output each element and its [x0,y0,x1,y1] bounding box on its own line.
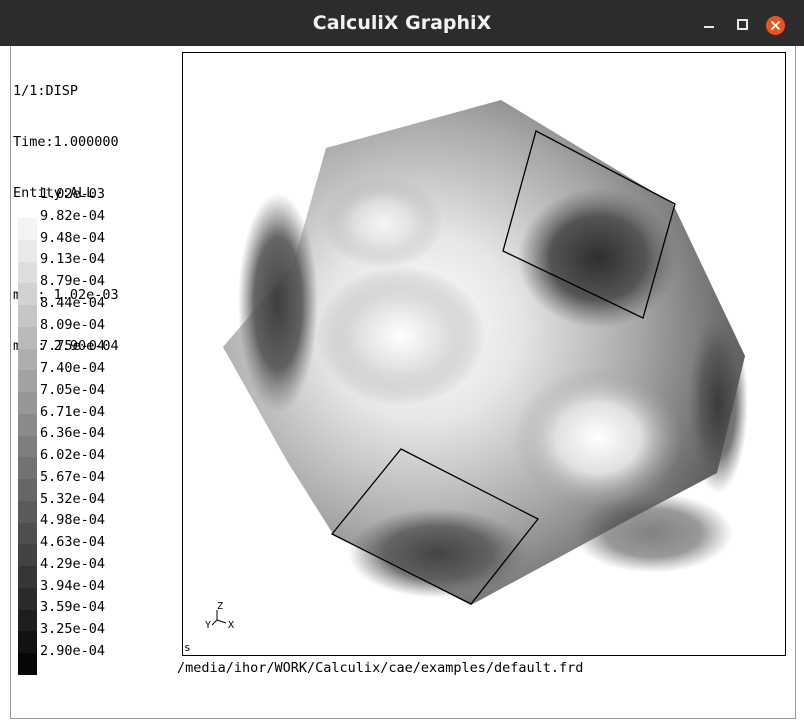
legend-value: 3.59e-04 [40,599,106,616]
legend-value: 3.25e-04 [40,621,106,637]
legend-value: 8.09e-04 [40,316,106,333]
calculix-window: CalculiX GraphiX 1/1:DISP Time:1.000000 … [0,0,804,727]
legend-swatch [18,239,37,262]
close-icon [771,21,780,30]
legend-swatch [18,218,37,241]
legend-swatch [18,653,37,676]
legend-swatch [18,522,37,545]
legend-swatch [18,500,37,523]
axis-z-label: Z [217,601,223,612]
axis-x-label: X [228,620,234,631]
legend-swatch [18,326,37,349]
axis-y-label: Y [205,620,211,631]
window-title: CalculiX GraphiX [312,12,492,34]
legend-value: 5.32e-04 [40,490,106,507]
legend-value: 7.40e-04 [40,360,106,376]
graphics-viewport[interactable] [182,52,786,656]
time-label: Time:1.000000 [13,134,119,150]
title-bar[interactable]: CalculiX GraphiX [0,0,804,46]
axis-triad: Z X Y [205,601,234,631]
close-button[interactable] [766,16,785,35]
legend-value: 6.02e-04 [40,447,106,463]
legend-value: 6.36e-04 [40,425,106,442]
legend-value: 3.94e-04 [40,577,106,594]
legend-value: 9.82e-04 [40,207,106,224]
legend-swatch [18,283,37,306]
legend-swatch [18,587,37,610]
legend-value: 8.44e-04 [40,294,106,311]
legend-swatch [18,544,37,567]
legend-swatch [18,305,37,328]
legend-swatch [18,392,37,415]
viewport-marker: s [184,641,191,654]
legend-swatch [18,457,37,480]
minimize-button[interactable] [700,15,718,33]
polyhedron-body [223,100,748,605]
file-path: /media/ihor/WORK/Calculix/cae/examples/d… [177,660,584,676]
dataset-label: 1/1:DISP [13,83,79,99]
legend-value: 4.29e-04 [40,555,106,572]
legend-value: 5.67e-04 [40,468,106,485]
legend-value: 9.48e-04 [40,229,106,246]
maximize-button[interactable] [733,15,751,33]
legend-value: 8.79e-04 [40,273,106,289]
legend-swatch [18,566,37,589]
legend-value: 2.90e-04 [40,642,106,659]
legend-swatch [18,479,37,502]
legend-swatch [18,609,37,632]
legend-swatch [18,261,37,284]
legend-swatch [18,631,37,654]
legend-value: 4.98e-04 [40,512,106,529]
minimize-icon [704,26,714,28]
legend-value: 7.75e-04 [40,338,106,355]
maximize-icon [737,19,748,30]
model-render [223,100,748,605]
legend-swatch [18,370,37,393]
legend-value: 4.63e-04 [40,534,106,550]
legend-value: 1.02e-03 [40,186,106,202]
legend-swatch [18,348,37,371]
legend-swatch [18,435,37,458]
legend-value: 6.71e-04 [40,403,106,420]
legend-value: 7.05e-04 [40,381,106,398]
legend-swatch [18,413,37,436]
legend-value: 9.13e-04 [40,251,106,268]
